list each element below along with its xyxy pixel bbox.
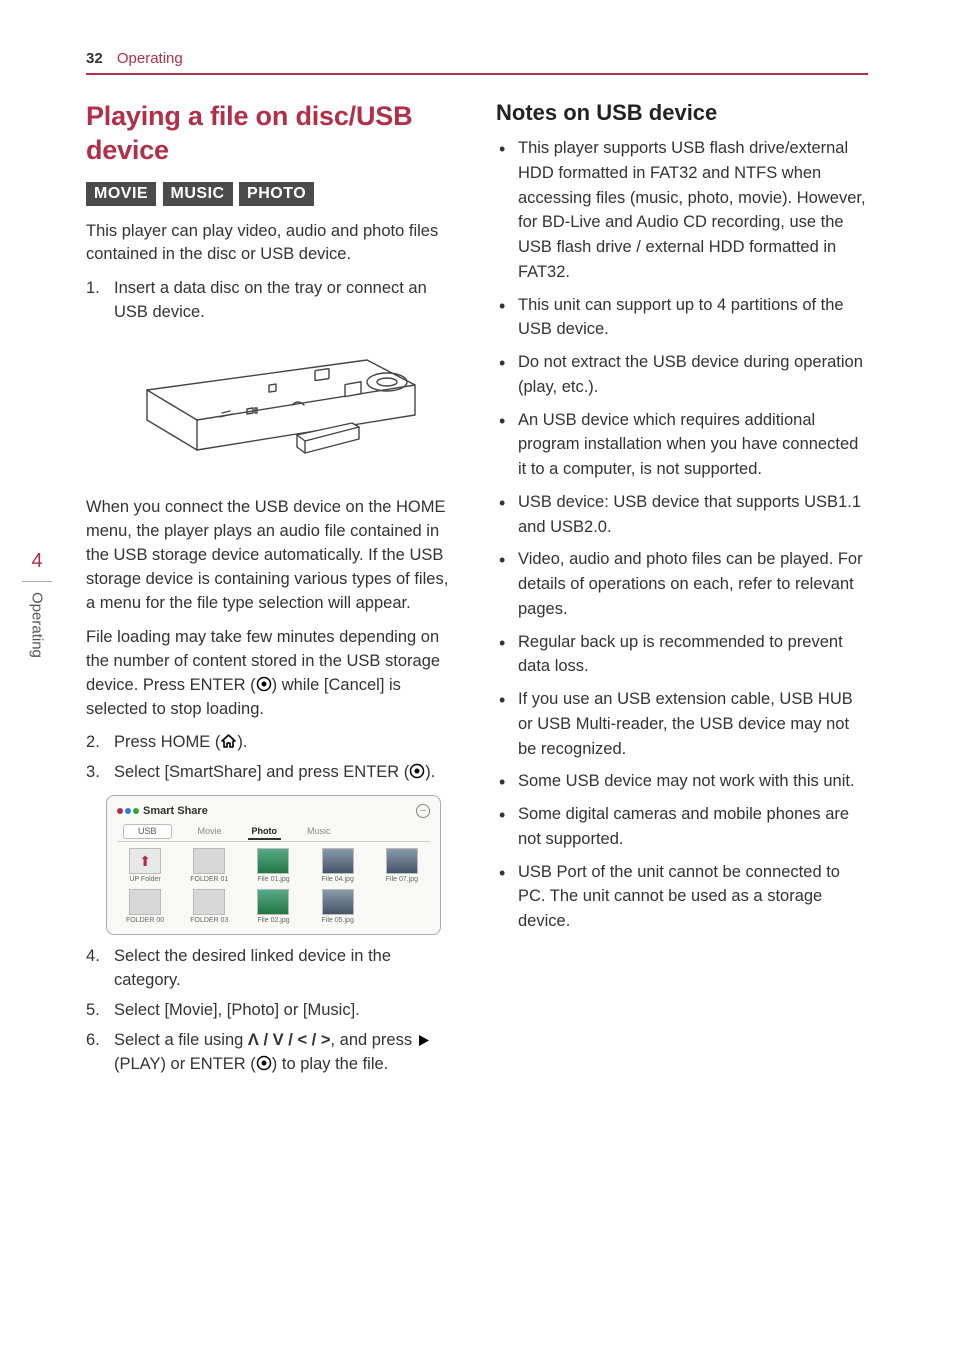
item-file: File 07.jpg: [374, 848, 430, 883]
para-loading: File loading may take few minutes depend…: [86, 626, 458, 722]
close-icon: –: [416, 804, 430, 818]
item-folder: FOLDER 00: [117, 889, 173, 924]
tag-music: MUSIC: [163, 182, 233, 206]
media-tags: MOVIE MUSIC PHOTO: [86, 182, 458, 206]
item-folder: FOLDER 03: [181, 889, 237, 924]
note-item: An USB device which requires additional …: [496, 408, 868, 482]
section-title: Playing a file on disc/USB device: [86, 100, 458, 168]
enter-icon: [256, 676, 272, 692]
item-up: UP Folder: [117, 848, 173, 883]
note-item: Some USB device may not work with this u…: [496, 769, 868, 794]
item-file: File 02.jpg: [245, 889, 301, 924]
left-column: Playing a file on disc/USB device MOVIE …: [86, 100, 458, 1087]
enter-icon: [409, 763, 425, 779]
note-item: Do not extract the USB device during ope…: [496, 350, 868, 400]
notes-list: This player supports USB flash drive/ext…: [496, 136, 868, 934]
dpad-keys: Ʌ / V / < / >: [248, 1031, 331, 1049]
step-5: Select [Movie], [Photo] or [Music].: [86, 999, 458, 1023]
item-file: File 05.jpg: [310, 889, 366, 924]
para-auto-play: When you connect the USB device on the H…: [86, 496, 458, 616]
note-item: Regular back up is recommended to preven…: [496, 630, 868, 680]
chapter-number: 4: [22, 550, 52, 582]
smartshare-screenshot: Smart Share – USB Movie Photo Music UP F…: [106, 795, 441, 935]
item-file: File 01.jpg: [245, 848, 301, 883]
note-item: USB device: USB device that supports USB…: [496, 490, 868, 540]
notes-title: Notes on USB device: [496, 100, 868, 126]
page-header: 32 Operating: [86, 50, 868, 75]
section-name: Operating: [117, 50, 183, 67]
step-3: Select [SmartShare] and press ENTER ().: [86, 761, 458, 785]
note-item: If you use an USB extension cable, USB H…: [496, 687, 868, 761]
step-2: Press HOME ().: [86, 731, 458, 755]
intro-text: This player can play video, audio and ph…: [86, 220, 458, 268]
device-selector: USB: [123, 824, 172, 839]
chapter-tab: 4 Operating: [22, 550, 52, 658]
smartshare-title: Smart Share: [117, 805, 208, 817]
note-item: This unit can support up to 4 partitions…: [496, 293, 868, 343]
chapter-name: Operating: [29, 592, 46, 658]
home-icon: [220, 733, 237, 749]
step-6: Select a file using Ʌ / V / < / >, and p…: [86, 1029, 458, 1077]
right-column: Notes on USB device This player supports…: [496, 100, 868, 1087]
step-4: Select the desired linked device in the …: [86, 945, 458, 993]
play-icon: [417, 1034, 430, 1047]
usb-illustration: [86, 335, 458, 480]
item-folder: FOLDER 01: [181, 848, 237, 883]
tab-movie: Movie: [194, 824, 226, 839]
tag-photo: PHOTO: [239, 182, 314, 206]
note-item: Some digital cameras and mobile phones a…: [496, 802, 868, 852]
tag-movie: MOVIE: [86, 182, 156, 206]
tab-photo: Photo: [248, 824, 282, 840]
note-item: USB Port of the unit cannot be connected…: [496, 860, 868, 934]
item-file: File 04.jpg: [310, 848, 366, 883]
note-item: Video, audio and photo files can be play…: [496, 547, 868, 621]
tab-music: Music: [303, 824, 335, 839]
page-number: 32: [86, 50, 103, 67]
step-1: Insert a data disc on the tray or connec…: [86, 277, 458, 325]
enter-icon: [256, 1055, 272, 1071]
note-item: This player supports USB flash drive/ext…: [496, 136, 868, 285]
